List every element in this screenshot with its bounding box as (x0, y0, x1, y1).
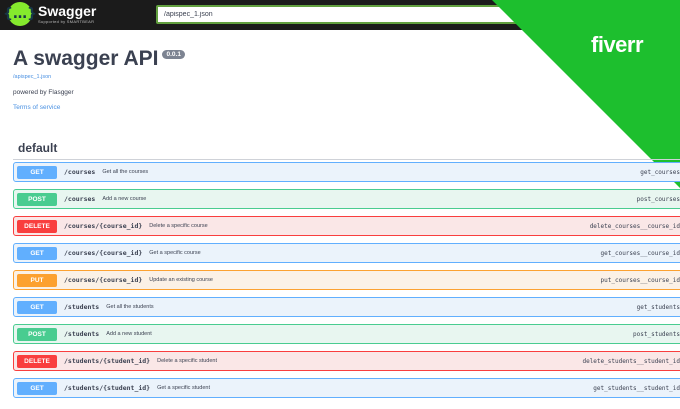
operation-path: /courses (64, 195, 96, 203)
spec-url-input[interactable] (156, 5, 536, 24)
operation-id: get_courses (640, 169, 680, 176)
operation-id: get_courses__course_id (600, 250, 680, 257)
operation-id: put_courses__course_id (600, 277, 680, 284)
fiverr-watermark-text: fiverr (591, 32, 644, 57)
operation-summary: Delete a specific student (157, 358, 218, 364)
api-title: A swagger API (13, 47, 159, 70)
operation-row[interactable]: GET/courses Get all the courses get_course… (13, 162, 680, 182)
operation-path: /courses (64, 168, 96, 176)
operation-id: delete_courses__course_id (589, 223, 680, 230)
operation-path: /courses/{course_id} (64, 276, 143, 284)
method-badge: GET (17, 246, 57, 260)
operation-summary: Add a new course (102, 196, 147, 202)
logo-subtitle: Supported by SMARTBEAR (38, 19, 95, 24)
operation-row[interactable]: POST/courses Add a new course post_courses (13, 189, 680, 209)
method-badge: DELETE (17, 354, 57, 368)
method-badge: GET (17, 381, 57, 395)
operation-summary: Get all the courses (102, 169, 149, 175)
operation-summary: Add a new student (106, 331, 152, 337)
version-badge: 0.0.1 (162, 50, 185, 59)
operation-row[interactable]: POST/students Add a new student post_stude… (13, 324, 680, 344)
operation-summary: Get a specific student (157, 385, 210, 391)
operation-summary: Update an existing course (149, 277, 213, 283)
operation-row[interactable]: DELETE/courses/{course_id} Delete a speci… (13, 216, 680, 236)
operations-list: GET/courses Get all the courses get_course… (13, 162, 680, 405)
operation-row[interactable]: GET/students Get all the students get_stud… (13, 297, 680, 317)
method-badge: POST (17, 192, 57, 206)
operation-row[interactable]: GET/courses/{course_id} Get a specific co… (13, 243, 680, 263)
operation-path: /courses/{course_id} (64, 222, 143, 230)
swagger-logo[interactable]: {…} Swagger Supported by SMARTBEAR (3, 2, 97, 26)
operation-summary: Get a specific course (149, 250, 201, 256)
operation-row[interactable]: GET/students/{student_id} Get a specific … (13, 378, 680, 398)
spec-link[interactable]: /apispec_1.json (13, 74, 51, 80)
operation-id: delete_students__student_id (582, 358, 680, 365)
swagger-logo-icon: {…} (3, 2, 37, 26)
operation-id: post_courses (636, 196, 680, 203)
method-badge: GET (17, 165, 57, 179)
operation-id: post_students (633, 331, 680, 338)
operation-row[interactable]: PUT/courses/{course_id} Update an existin… (13, 270, 680, 290)
section-title: default (18, 141, 58, 155)
operation-summary: Delete a specific course (149, 223, 208, 229)
method-badge: POST (17, 327, 57, 341)
operation-path: /students (64, 303, 100, 311)
operation-path: /students/{student_id} (64, 384, 151, 392)
section-header-default[interactable]: default (13, 141, 680, 160)
operation-id: get_students (636, 304, 680, 311)
powered-by-text: powered by Flasgger (13, 89, 74, 96)
operation-path: /students/{student_id} (64, 357, 151, 365)
operation-row[interactable]: DELETE/students/{student_id} Delete a spe… (13, 351, 680, 371)
operation-summary: Get all the students (106, 304, 154, 310)
terms-of-service-link[interactable]: Terms of service (13, 104, 60, 111)
method-badge: GET (17, 300, 57, 314)
operation-path: /students (64, 330, 100, 338)
method-badge: DELETE (17, 219, 57, 233)
api-info: A swagger API 0.0.1 (13, 47, 185, 71)
operation-id: get_students__student_id (593, 385, 680, 392)
operation-path: /courses/{course_id} (64, 249, 143, 257)
logo-name: Swagger (38, 3, 97, 19)
method-badge: PUT (17, 273, 57, 287)
